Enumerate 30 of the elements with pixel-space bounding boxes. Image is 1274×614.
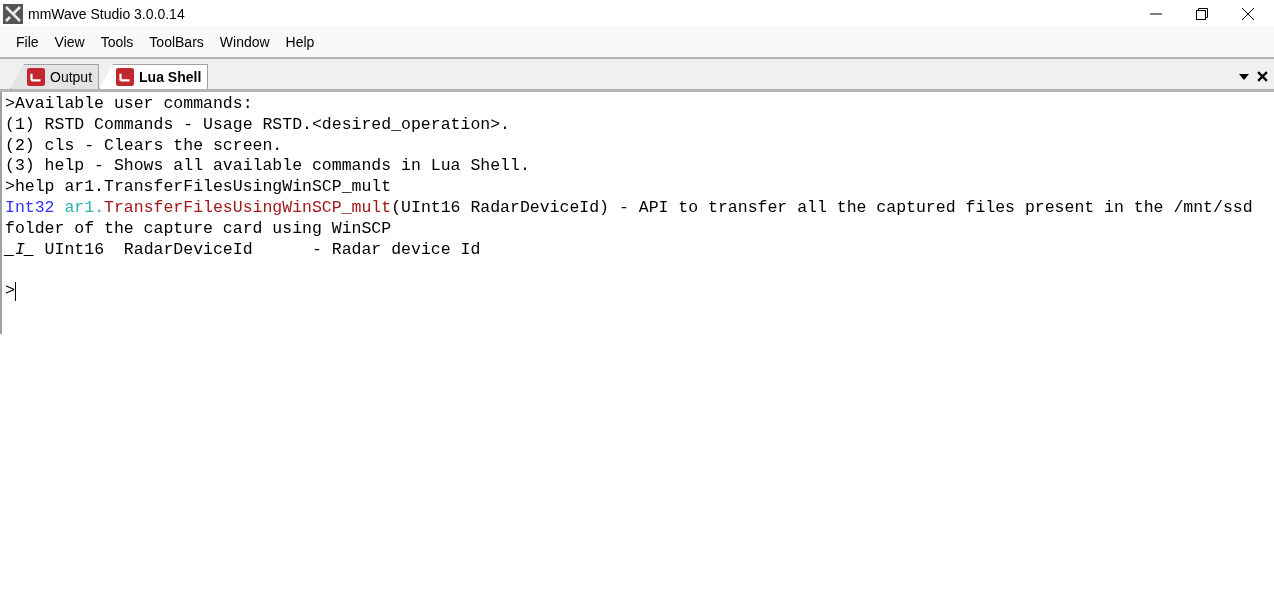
close-icon[interactable] <box>1257 71 1268 82</box>
tab[interactable]: Output <box>10 64 100 89</box>
console-text: >Available user commands: <box>5 94 253 113</box>
dropdown-icon[interactable] <box>1239 73 1249 80</box>
chart-icon <box>27 68 45 86</box>
console-text: (3) help - Shows all available commands in Lua Shell. <box>5 156 530 176</box>
menu-item[interactable]: Tools <box>92 34 142 50</box>
console-text: TransferFilesUsingWinSCP_mult <box>104 198 392 217</box>
window-title: mmWave Studio 3.0.0.14 <box>28 5 185 22</box>
menu-item[interactable]: Window <box>211 34 278 50</box>
chart-icon <box>116 68 135 86</box>
console-text: folder of the capture card using WinSCP <box>5 218 392 238</box>
text-cursor <box>14 282 16 302</box>
menu-item[interactable]: ToolBars <box>141 34 212 50</box>
menu-item[interactable]: View <box>46 34 93 50</box>
console-text: ar1. <box>64 198 105 217</box>
close-icon[interactable] <box>1242 7 1254 20</box>
console-text: >help ar1.TransferFilesUsingWinSCP_mult <box>5 177 392 197</box>
tab[interactable]: Lua Shell <box>99 64 209 89</box>
tools-icon <box>3 3 23 24</box>
console-text: (UInt16 RadarDeviceId) - API to transfer all the captured files present in the /mnt/ssd <box>391 198 1253 217</box>
menu-item[interactable]: File <box>8 34 47 50</box>
prompt-text: > <box>5 281 15 302</box>
menu-item[interactable]: Help <box>277 34 323 50</box>
restore-icon[interactable] <box>1196 7 1208 20</box>
console-text: _I_ <box>5 239 35 259</box>
console-text: (2) cls - Clears the screen. <box>5 135 283 155</box>
console-text: UInt16 RadarDeviceId - Radar device Id <box>43 239 481 259</box>
console-text: (1) RSTD Commands - Usage RSTD.<desired_operation>. <box>5 114 510 134</box>
console-text: Int32 <box>5 198 56 217</box>
